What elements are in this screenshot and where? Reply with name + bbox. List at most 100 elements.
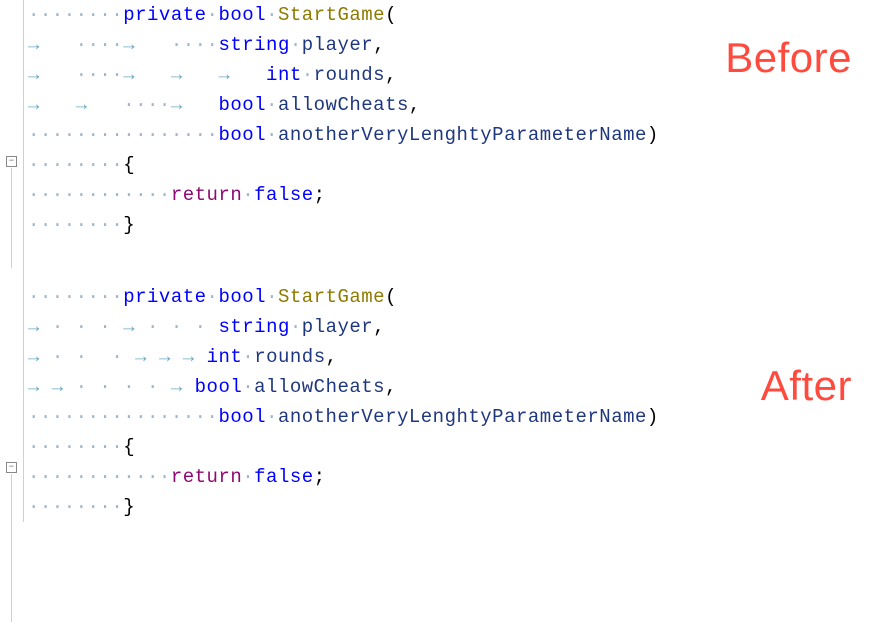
- whitespace-dots: ············: [28, 466, 171, 488]
- paren-open: (: [385, 4, 397, 26]
- keyword-bool: bool: [218, 124, 266, 146]
- brace-open: {: [123, 154, 135, 176]
- whitespace-tab: →: [171, 94, 219, 116]
- whitespace-dot: ·: [242, 376, 254, 398]
- keyword-string: string: [218, 34, 289, 56]
- paren-close: ): [647, 124, 659, 146]
- comma: ,: [385, 64, 397, 86]
- comma: ,: [373, 34, 385, 56]
- label-after: After: [761, 362, 852, 410]
- whitespace-dots: ····: [171, 34, 219, 56]
- code-line[interactable]: ········{: [28, 150, 882, 180]
- whitespace-dots: · · ·: [147, 316, 218, 338]
- guide-line: [11, 474, 12, 622]
- whitespace-dot: ·: [266, 94, 278, 116]
- whitespace-tab: →: [28, 346, 52, 368]
- whitespace-dots: · · · ·: [76, 376, 171, 398]
- keyword-return: return: [171, 466, 242, 488]
- keyword-private: private: [123, 286, 206, 308]
- param-rounds: rounds: [314, 64, 385, 86]
- paren-open: (: [385, 286, 397, 308]
- param-lengthy: anotherVeryLenghtyParameterName: [278, 406, 647, 428]
- code-line[interactable]: ················bool·anotherVeryLenghtyP…: [28, 402, 882, 432]
- comma: ,: [326, 346, 338, 368]
- keyword-int: int: [207, 346, 243, 368]
- paren-close: ): [647, 406, 659, 428]
- whitespace-dots: ················: [28, 124, 218, 146]
- semicolon: ;: [314, 184, 326, 206]
- fold-toggle-after[interactable]: −: [6, 462, 17, 473]
- brace-close: }: [123, 214, 135, 236]
- code-line[interactable]: ················bool·anotherVeryLenghtyP…: [28, 120, 882, 150]
- keyword-private: private: [123, 4, 206, 26]
- whitespace-dots: ····: [123, 94, 171, 116]
- whitespace-tab: →: [171, 376, 195, 398]
- guide-line: [11, 168, 12, 268]
- whitespace-tab: → →: [28, 94, 123, 116]
- code-line[interactable]: ········private·bool·StartGame(: [28, 282, 882, 312]
- whitespace-dot: ·: [242, 466, 254, 488]
- whitespace-dot: ·: [290, 34, 302, 56]
- keyword-int: int: [266, 64, 302, 86]
- whitespace-dots: ················: [28, 406, 218, 428]
- block-gap: [28, 240, 882, 282]
- code-line[interactable]: ········}: [28, 492, 882, 522]
- whitespace-tab: →: [28, 316, 52, 338]
- code-line[interactable]: ············return·false;: [28, 462, 882, 492]
- whitespace-dot: ·: [266, 286, 278, 308]
- label-before: Before: [725, 34, 852, 82]
- whitespace-tab: → → →: [123, 64, 266, 86]
- whitespace-dots: ····: [76, 34, 124, 56]
- whitespace-tab: →: [28, 64, 76, 86]
- whitespace-tab: →: [123, 316, 147, 338]
- whitespace-dots: ········: [28, 154, 123, 176]
- code-line[interactable]: → → ····→ bool·allowCheats,: [28, 90, 882, 120]
- code-line[interactable]: ········}: [28, 210, 882, 240]
- comma: ,: [373, 316, 385, 338]
- param-lengthy: anotherVeryLenghtyParameterName: [278, 124, 647, 146]
- brace-open: {: [123, 436, 135, 458]
- whitespace-dot: ·: [266, 406, 278, 428]
- code-line[interactable]: → · · · → → → int·rounds,: [28, 342, 882, 372]
- param-allowcheats: allowCheats: [278, 94, 409, 116]
- whitespace-dots: · · ·: [52, 316, 123, 338]
- code-line[interactable]: ········{: [28, 432, 882, 462]
- whitespace-dots: ····: [76, 64, 124, 86]
- method-name: StartGame: [278, 4, 385, 26]
- keyword-string: string: [218, 316, 289, 338]
- keyword-return: return: [171, 184, 242, 206]
- code-line[interactable]: → → · · · · → bool·allowCheats,: [28, 372, 882, 402]
- keyword-bool: bool: [218, 4, 266, 26]
- whitespace-tab: → →: [28, 376, 76, 398]
- whitespace-dots: ········: [28, 286, 123, 308]
- whitespace-tab: → → →: [135, 346, 206, 368]
- param-player: player: [302, 316, 373, 338]
- param-allowcheats: allowCheats: [254, 376, 385, 398]
- literal-false: false: [254, 466, 314, 488]
- whitespace-dot: ·: [290, 316, 302, 338]
- whitespace-dots: ········: [28, 4, 123, 26]
- param-rounds: rounds: [254, 346, 325, 368]
- whitespace-dot: ·: [242, 346, 254, 368]
- whitespace-dots: ········: [28, 496, 123, 518]
- whitespace-dot: ·: [207, 4, 219, 26]
- semicolon: ;: [314, 466, 326, 488]
- brace-close: }: [123, 496, 135, 518]
- whitespace-dot: ·: [266, 124, 278, 146]
- whitespace-dots: ············: [28, 184, 171, 206]
- keyword-bool: bool: [218, 406, 266, 428]
- method-name: StartGame: [278, 286, 385, 308]
- code-line[interactable]: → · · · → · · · string·player,: [28, 312, 882, 342]
- code-line[interactable]: ············return·false;: [28, 180, 882, 210]
- whitespace-tab: →: [28, 34, 76, 56]
- editor-gutter: − −: [0, 0, 24, 522]
- keyword-bool: bool: [218, 94, 266, 116]
- fold-toggle-before[interactable]: −: [6, 156, 17, 167]
- whitespace-dot: ·: [266, 4, 278, 26]
- literal-false: false: [254, 184, 314, 206]
- whitespace-dots: ········: [28, 436, 123, 458]
- code-line[interactable]: ········private·bool·StartGame(: [28, 0, 882, 30]
- whitespace-tab: →: [123, 34, 171, 56]
- whitespace-dot: ·: [302, 64, 314, 86]
- keyword-bool: bool: [218, 286, 266, 308]
